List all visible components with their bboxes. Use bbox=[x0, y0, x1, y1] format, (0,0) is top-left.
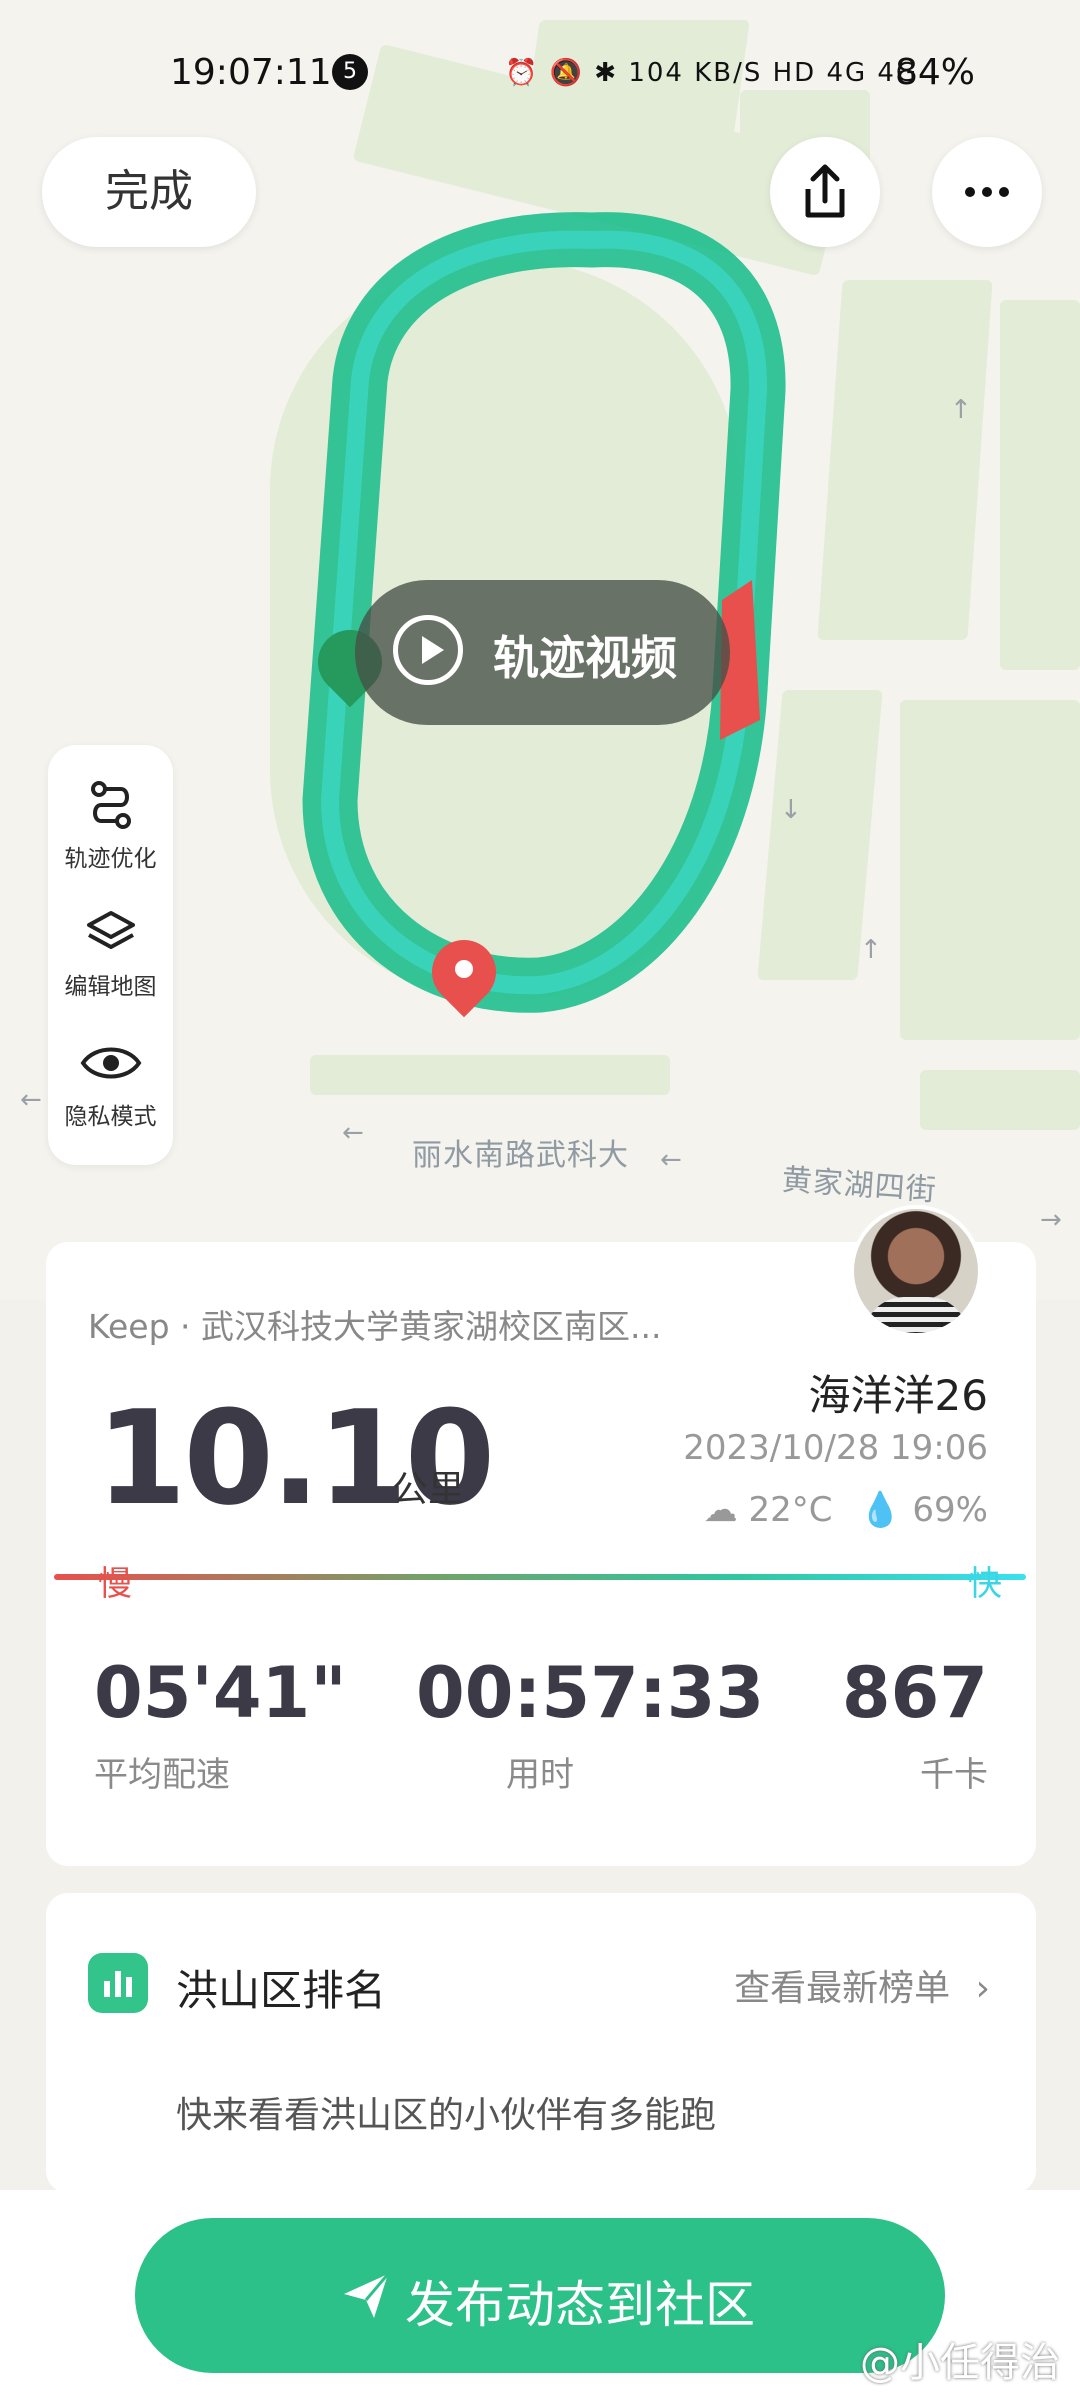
road-label: 丽水南路武科大 bbox=[412, 1138, 629, 1173]
layers-icon bbox=[86, 911, 135, 949]
fast-label: 快 bbox=[968, 1564, 1002, 1604]
tool-privacy-mode[interactable]: 隐私模式 bbox=[48, 1035, 173, 1131]
tool-label: 编辑地图 bbox=[64, 974, 157, 1000]
bar-chart-icon bbox=[88, 1953, 148, 2013]
direction-arrow-icon: ↑ bbox=[860, 935, 882, 965]
workout-summary-card: Keep · 武汉科技大学黄家湖校区南区... 10.10 公里 海洋洋26 2… bbox=[46, 1242, 1036, 1866]
tool-label: 轨迹优化 bbox=[64, 846, 157, 872]
username[interactable]: 海洋洋26 bbox=[809, 1362, 988, 1423]
direction-arrow-icon: ↓ bbox=[780, 795, 802, 825]
publish-to-community-button[interactable]: 发布动态到社区 bbox=[135, 2218, 945, 2373]
temperature: 22°C bbox=[748, 1490, 833, 1530]
notification-badge: 5 bbox=[332, 54, 368, 90]
pace-gradient-bar bbox=[54, 1574, 1026, 1580]
status-time: 19:07:11 bbox=[170, 52, 332, 93]
more-button[interactable] bbox=[932, 137, 1042, 247]
direction-arrow-icon: → bbox=[1040, 1205, 1062, 1235]
share-icon bbox=[805, 164, 845, 218]
map-tools-panel: 轨迹优化 编辑地图 隐私模式 bbox=[48, 745, 173, 1165]
end-marker-dot bbox=[455, 960, 473, 978]
eye-icon bbox=[80, 1047, 141, 1079]
ranking-card[interactable]: 洪山区排名 查看最新榜单 › 快来看看洪山区的小伙伴有多能跑 bbox=[46, 1893, 1036, 2193]
share-button[interactable] bbox=[770, 137, 880, 247]
direction-arrow-icon: ↑ bbox=[950, 395, 972, 425]
more-icon bbox=[965, 187, 1009, 197]
direction-arrow-icon: ← bbox=[20, 1085, 42, 1115]
track-video-label: 轨迹视频 bbox=[493, 631, 677, 685]
ranking-description: 快来看看洪山区的小伙伴有多能跑 bbox=[176, 2095, 717, 2136]
watermark: @小任得治 bbox=[860, 2340, 1060, 2386]
track-video-button[interactable]: 轨迹视频 bbox=[355, 580, 730, 725]
route-icon bbox=[90, 781, 131, 829]
chevron-right-icon: › bbox=[975, 1968, 990, 2009]
view-leaderboard-label: 查看最新榜单 bbox=[734, 1968, 951, 2009]
distance-unit: 公里 bbox=[392, 1469, 465, 1510]
status-icons: ⏰ 🔕 ✱ 104 KB/S HD 4G 4G bbox=[505, 58, 919, 88]
weather-info: ☁ 22°C 💧 69% bbox=[704, 1490, 988, 1530]
tool-edit-map[interactable]: 编辑地图 bbox=[48, 905, 173, 1001]
done-button[interactable]: 完成 bbox=[42, 137, 256, 247]
slow-label: 慢 bbox=[98, 1564, 132, 1604]
calories-label: 千卡 bbox=[920, 1755, 988, 1795]
battery-level: 84% bbox=[895, 52, 976, 93]
status-bar: 19:07:11 5 ⏰ 🔕 ✱ 104 KB/S HD 4G 4G 84% bbox=[0, 40, 1080, 110]
tool-track-optimize[interactable]: 轨迹优化 bbox=[48, 777, 173, 873]
view-leaderboard-link[interactable]: 查看最新榜单 › bbox=[734, 1959, 990, 2011]
duration-value: 00:57:33 bbox=[416, 1652, 765, 1734]
publish-label: 发布动态到社区 bbox=[405, 2276, 755, 2334]
workout-datetime: 2023/10/28 19:06 bbox=[683, 1428, 988, 1468]
avatar[interactable] bbox=[850, 1205, 982, 1337]
avg-pace-label: 平均配速 bbox=[94, 1755, 230, 1795]
humidity-icon: 💧 bbox=[859, 1490, 902, 1530]
calories-value: 867 bbox=[841, 1652, 988, 1734]
send-icon bbox=[344, 2273, 390, 2318]
duration-label: 用时 bbox=[506, 1755, 574, 1795]
humidity: 69% bbox=[912, 1490, 988, 1530]
play-icon bbox=[393, 615, 463, 685]
tool-label: 隐私模式 bbox=[64, 1104, 157, 1130]
avg-pace-value: 05'41" bbox=[94, 1652, 347, 1734]
direction-arrow-icon: ← bbox=[660, 1145, 682, 1175]
weather-icon: ☁ bbox=[703, 1490, 738, 1530]
location-text: Keep · 武汉科技大学黄家湖校区南区... bbox=[88, 1307, 662, 1346]
direction-arrow-icon: ← bbox=[342, 1118, 364, 1148]
ranking-title: 洪山区排名 bbox=[176, 1966, 387, 2015]
